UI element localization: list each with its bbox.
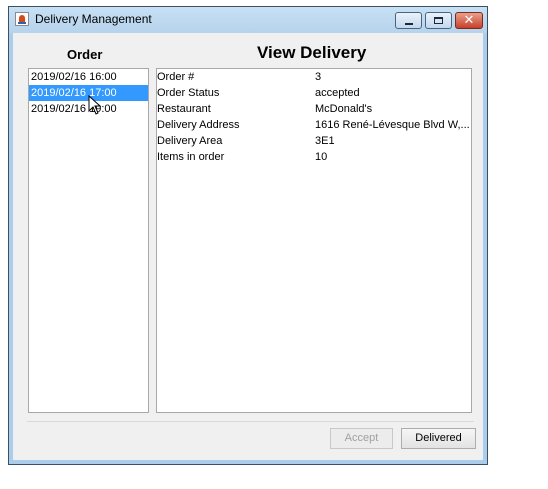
detail-value: 1616 René-Lévesque Blvd W,... bbox=[315, 119, 470, 131]
mouse-cursor-icon bbox=[88, 95, 102, 115]
delivered-button[interactable]: Delivered bbox=[401, 428, 476, 449]
view-delivery-heading: View Delivery bbox=[257, 43, 367, 62]
detail-label: Delivery Area bbox=[157, 135, 223, 147]
detail-label: Items in order bbox=[157, 151, 225, 163]
close-icon: ✕ bbox=[463, 13, 475, 28]
detail-row-restaurant: Restaurant McDonald's bbox=[157, 101, 471, 117]
maximize-icon bbox=[434, 17, 443, 24]
delivery-details-table: Order # 3 Order Status accepted Restaura… bbox=[156, 68, 472, 413]
separator bbox=[27, 421, 474, 422]
detail-value: 3 bbox=[315, 71, 322, 83]
app-window: Delivery Management ✕ Order View Deliver… bbox=[8, 6, 488, 465]
detail-value: 3E1 bbox=[315, 135, 335, 147]
detail-value: McDonald's bbox=[315, 103, 373, 115]
title-bar[interactable]: Delivery Management ✕ bbox=[9, 7, 487, 33]
close-button[interactable]: ✕ bbox=[455, 12, 483, 29]
window-title: Delivery Management bbox=[35, 12, 152, 26]
detail-row-delivery-area: Delivery Area 3E1 bbox=[157, 133, 471, 149]
detail-row-order-status: Order Status accepted bbox=[157, 85, 471, 101]
detail-row-delivery-address: Delivery Address 1616 René-Lévesque Blvd… bbox=[157, 117, 471, 133]
detail-label: Restaurant bbox=[157, 103, 211, 115]
accept-button[interactable]: Accept bbox=[330, 428, 393, 449]
detail-value: 10 bbox=[315, 151, 328, 163]
maximize-button[interactable] bbox=[425, 12, 452, 29]
minimize-button[interactable] bbox=[395, 12, 422, 29]
detail-value: accepted bbox=[315, 87, 360, 99]
detail-row-items-in-order: Items in order 10 bbox=[157, 149, 471, 165]
detail-label: Delivery Address bbox=[157, 119, 240, 131]
detail-row-order-number: Order # 3 bbox=[157, 69, 471, 85]
minimize-icon bbox=[405, 23, 413, 25]
detail-label: Order Status bbox=[157, 87, 220, 99]
order-heading: Order bbox=[67, 47, 103, 62]
java-app-icon bbox=[15, 12, 29, 26]
order-list-item[interactable]: 2019/02/16 16:00 bbox=[29, 69, 148, 85]
detail-label: Order # bbox=[157, 71, 195, 83]
order-list[interactable]: 2019/02/16 16:00 2019/02/16 17:00 2019/0… bbox=[28, 68, 149, 413]
window-content: Order View Delivery 2019/02/16 16:00 201… bbox=[13, 33, 483, 460]
